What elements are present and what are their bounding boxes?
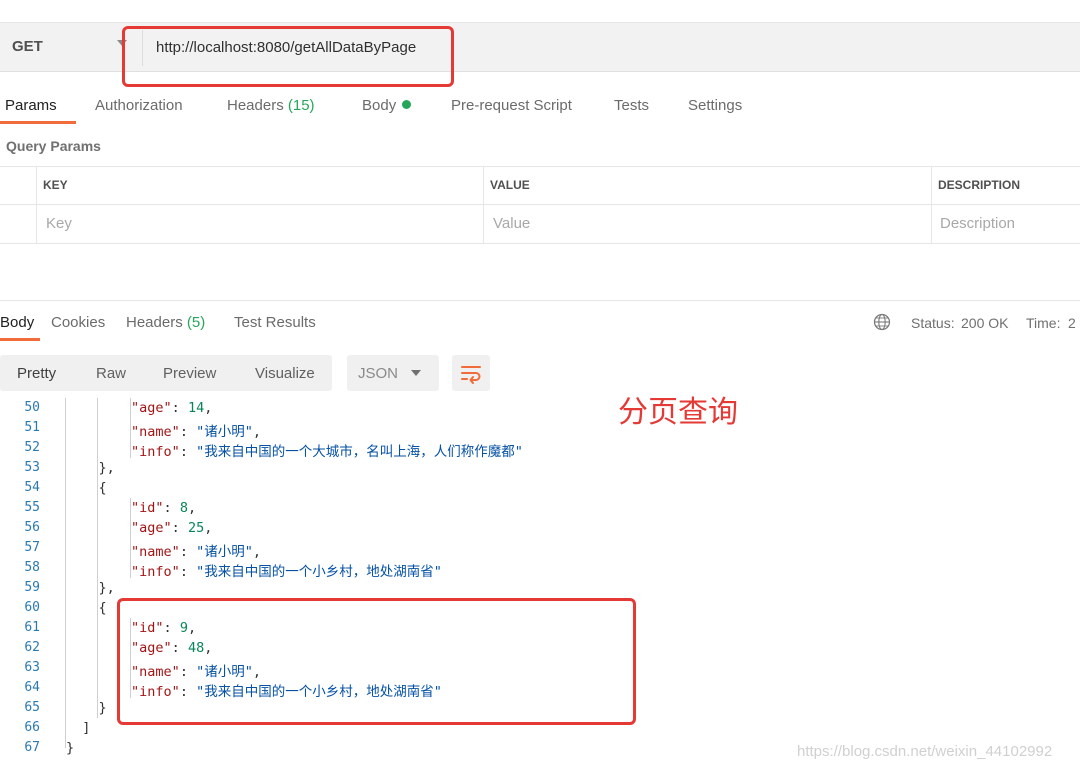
code-line: "id": 8,	[131, 500, 197, 516]
time-label: Time:	[1026, 315, 1061, 331]
tab-label: Test Results	[234, 314, 316, 331]
tab-body[interactable]: Body	[362, 97, 412, 114]
line-number: 65	[24, 700, 40, 715]
response-headers-count: (5)	[186, 314, 206, 331]
line-number: 58	[24, 560, 40, 575]
globe-icon[interactable]	[873, 313, 891, 331]
line-number: 66	[24, 720, 40, 735]
code-line: "name": "诸小明",	[131, 424, 261, 440]
body-indicator-dot	[402, 100, 412, 109]
status-value: 200 OK	[961, 315, 1009, 331]
description-input[interactable]: Description	[940, 215, 1015, 232]
line-number: 51	[24, 420, 40, 435]
code-line: }	[66, 700, 107, 716]
line-number: 63	[24, 660, 40, 675]
response-tab-cookies[interactable]: Cookies	[51, 314, 105, 331]
format-tab-raw[interactable]: Raw	[96, 365, 126, 382]
format-tab-pretty[interactable]: Pretty	[17, 365, 56, 382]
tab-label: Params	[5, 97, 57, 114]
line-number: 62	[24, 640, 40, 655]
line-number: 57	[24, 540, 40, 555]
line-number: 53	[24, 460, 40, 475]
tab-tests[interactable]: Tests	[614, 97, 649, 114]
tab-pre-request-script[interactable]: Pre-request Script	[451, 97, 572, 114]
line-number: 55	[24, 500, 40, 515]
column-header-value: VALUE	[490, 178, 530, 192]
watermark: https://blog.csdn.net/weixin_44102992	[797, 743, 1053, 760]
active-response-tab-underline	[0, 338, 40, 341]
tab-label: Pre-request Script	[451, 97, 572, 114]
tab-params[interactable]: Params	[5, 97, 57, 114]
table-column-divider	[36, 166, 37, 243]
tab-settings[interactable]: Settings	[688, 97, 742, 114]
response-tab-headers[interactable]: Headers (5)	[126, 314, 205, 331]
tab-label: Headers	[227, 97, 284, 114]
code-line: "info": "我来自中国的一个大城市，名叫上海，人们称作魔都"	[131, 444, 523, 460]
line-number: 64	[24, 680, 40, 695]
table-border-top	[0, 166, 1080, 167]
value-input[interactable]: Value	[493, 215, 530, 232]
tab-label: Cookies	[51, 314, 106, 331]
code-line: }	[66, 740, 75, 756]
line-number: 50	[24, 400, 40, 415]
line-number: 60	[24, 600, 40, 615]
table-column-divider	[483, 166, 484, 243]
tab-label: Settings	[688, 97, 743, 114]
code-line: ]	[66, 720, 91, 736]
column-header-description: DESCRIPTION	[938, 178, 1021, 192]
method-select[interactable]: GET	[12, 38, 43, 55]
url-highlight-box	[122, 26, 454, 87]
tab-authorization[interactable]: Authorization	[95, 97, 183, 114]
code-line: "age": 25,	[131, 520, 213, 536]
table-border-bottom	[0, 243, 1080, 244]
tab-label: Authorization	[95, 97, 183, 114]
format-tab-visualize[interactable]: Visualize	[255, 365, 315, 382]
query-params-title: Query Params	[6, 138, 101, 154]
code-line: },	[66, 580, 115, 596]
status-label: Status:	[911, 315, 955, 331]
annotation-text: 分页查询	[618, 395, 738, 430]
tab-label: Headers	[126, 314, 183, 331]
active-tab-underline	[0, 121, 76, 124]
wrap-lines-icon	[461, 366, 481, 384]
tab-label: Tests	[614, 97, 650, 114]
response-tab-body[interactable]: Body	[0, 314, 34, 331]
time-value: 2	[1068, 315, 1076, 331]
column-header-key: KEY	[43, 178, 68, 192]
line-number: 59	[24, 580, 40, 595]
top-strip	[0, 0, 1080, 23]
line-number: 61	[24, 620, 40, 635]
code-line: "name": "诸小明",	[131, 544, 261, 560]
language-select-value: JSON	[358, 365, 399, 382]
tab-label: Body	[0, 314, 35, 331]
code-line: {	[66, 480, 107, 496]
key-input[interactable]: Key	[46, 215, 72, 232]
tab-headers[interactable]: Headers (15)	[227, 97, 315, 114]
code-line: "age": 14,	[131, 400, 213, 416]
line-number: 67	[24, 740, 40, 755]
code-line: "info": "我来自中国的一个小乡村，地处湖南省"	[131, 564, 442, 580]
record-highlight-box	[117, 598, 636, 725]
line-number: 56	[24, 520, 40, 535]
table-border-mid	[0, 204, 1080, 205]
response-tab-test-results[interactable]: Test Results	[234, 314, 316, 331]
code-line: {	[66, 600, 107, 616]
table-column-divider	[931, 166, 932, 243]
response-divider	[0, 300, 1080, 301]
headers-count: (15)	[287, 97, 315, 114]
code-line: },	[66, 460, 115, 476]
line-number: 54	[24, 480, 40, 495]
chevron-down-icon	[411, 370, 421, 376]
tab-label: Body	[362, 97, 397, 114]
line-number: 52	[24, 440, 40, 455]
format-tab-preview[interactable]: Preview	[163, 365, 216, 382]
